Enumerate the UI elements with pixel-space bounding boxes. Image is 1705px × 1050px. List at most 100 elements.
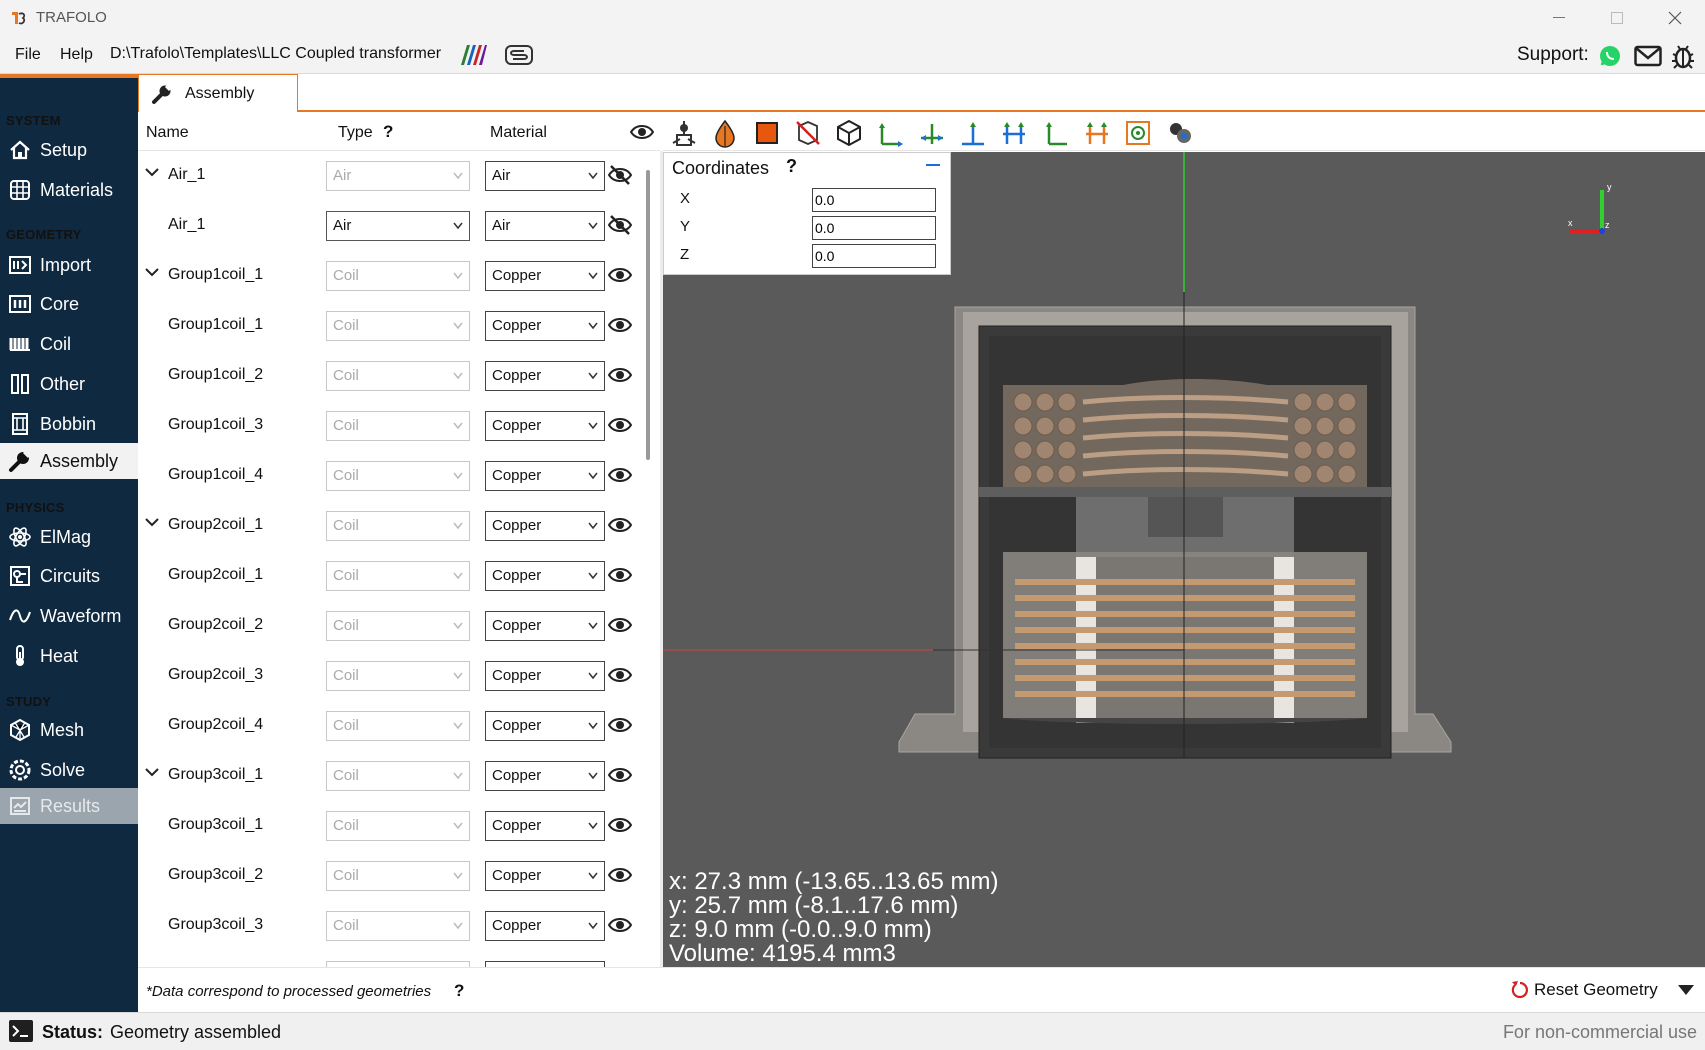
menu-file[interactable]: File bbox=[15, 46, 41, 64]
table-scrollbar[interactable] bbox=[646, 170, 650, 460]
sidebar-item-import[interactable]: Import bbox=[0, 247, 138, 283]
eye-icon[interactable] bbox=[608, 714, 632, 736]
expand-menu-icon[interactable] bbox=[1678, 985, 1694, 995]
table-row[interactable]: Group1coil_2 Coil Copper bbox=[138, 351, 648, 401]
eye-icon[interactable] bbox=[608, 864, 632, 886]
eye-icon[interactable] bbox=[608, 764, 632, 786]
chevron-down-icon[interactable] bbox=[145, 515, 159, 529]
table-row[interactable]: Group1coil_3 Coil Copper bbox=[138, 401, 648, 451]
terminal-icon[interactable] bbox=[8, 1019, 34, 1043]
chevron-down-icon[interactable] bbox=[145, 765, 159, 779]
chevron-down-icon[interactable] bbox=[145, 265, 159, 279]
solid-view-icon[interactable] bbox=[752, 118, 782, 148]
close-button[interactable] bbox=[1652, 4, 1698, 32]
material-select[interactable]: Copper bbox=[485, 561, 605, 591]
whatsapp-icon[interactable] bbox=[1598, 44, 1622, 68]
material-select[interactable]: Copper bbox=[485, 711, 605, 741]
wireframe-box-icon[interactable] bbox=[834, 118, 864, 148]
mail-icon[interactable] bbox=[1634, 45, 1662, 67]
eye-icon[interactable] bbox=[608, 614, 632, 636]
eye-icon[interactable] bbox=[608, 914, 632, 936]
table-row[interactable]: Group1coil_4 Coil Copper bbox=[138, 451, 648, 501]
eye-slash-icon[interactable] bbox=[608, 164, 632, 186]
minimize-button[interactable] bbox=[1536, 4, 1582, 32]
sidebar-item-heat[interactable]: Heat bbox=[0, 638, 138, 674]
maximize-button[interactable] bbox=[1594, 4, 1640, 32]
reset-geometry-button[interactable]: Reset Geometry bbox=[1510, 980, 1658, 1000]
eye-icon[interactable] bbox=[608, 414, 632, 436]
assemble-icon[interactable] bbox=[669, 118, 699, 148]
sidebar-item-coil[interactable]: Coil bbox=[0, 326, 138, 362]
eye-icon[interactable] bbox=[608, 464, 632, 486]
sidebar-item-solve[interactable]: Solve bbox=[0, 752, 138, 788]
sidebar-item-mesh[interactable]: Mesh bbox=[0, 712, 138, 748]
sidebar-item-core[interactable]: Core bbox=[0, 286, 138, 322]
sidebar-item-elmag[interactable]: ElMag bbox=[0, 519, 138, 555]
sidebar-item-results[interactable]: Results bbox=[0, 788, 138, 824]
sidebar-item-materials[interactable]: Materials bbox=[0, 172, 138, 208]
menu-help[interactable]: Help bbox=[60, 46, 93, 64]
clip-icon[interactable] bbox=[793, 118, 823, 148]
table-row[interactable]: Group2coil_2 Coil Copper bbox=[138, 601, 648, 651]
bug-report-icon[interactable] bbox=[1670, 42, 1696, 70]
type-select[interactable]: Air bbox=[326, 211, 470, 241]
group-row[interactable]: Group2coil_1 Coil Copper bbox=[138, 501, 648, 551]
view-minus-x-icon[interactable] bbox=[876, 118, 906, 148]
visibility-all-eye-icon[interactable] bbox=[630, 122, 654, 142]
coordinates-help-icon[interactable]: ? bbox=[786, 156, 797, 177]
material-select[interactable]: Copper bbox=[485, 261, 605, 291]
view-minus-y-icon[interactable] bbox=[958, 118, 988, 148]
eye-icon[interactable] bbox=[608, 664, 632, 686]
material-select[interactable]: Copper bbox=[485, 411, 605, 441]
table-row[interactable]: Group3coil_3 Coil Copper bbox=[138, 901, 648, 951]
sidebar-item-setup[interactable]: Setup bbox=[0, 132, 138, 168]
sidebar-item-assembly[interactable]: Assembly bbox=[0, 443, 138, 479]
script-icon[interactable] bbox=[504, 43, 534, 67]
eye-icon[interactable] bbox=[608, 814, 632, 836]
matlab-stripes-icon[interactable] bbox=[458, 43, 488, 67]
eye-icon[interactable] bbox=[608, 514, 632, 536]
group-row[interactable]: Air_1 Air Air bbox=[138, 151, 648, 201]
note-help-icon[interactable]: ? bbox=[454, 981, 464, 1001]
z-coordinate-input[interactable] bbox=[812, 244, 936, 268]
surface-icon[interactable] bbox=[710, 118, 740, 148]
material-select[interactable]: Air bbox=[485, 161, 605, 191]
eye-icon[interactable] bbox=[608, 564, 632, 586]
table-row[interactable]: Group2coil_3 Coil Copper bbox=[138, 651, 648, 701]
chevron-down-icon[interactable] bbox=[145, 165, 159, 179]
view-minus-z-icon[interactable] bbox=[1041, 118, 1071, 148]
table-row[interactable]: Group2coil_4 Coil Copper bbox=[138, 701, 648, 751]
table-row[interactable]: Group1coil_1 Coil Copper bbox=[138, 301, 648, 351]
eye-slash-icon[interactable] bbox=[608, 214, 632, 236]
sidebar-item-bobbin[interactable]: Bobbin bbox=[0, 406, 138, 442]
sidebar-item-circuits[interactable]: Circuits bbox=[0, 558, 138, 594]
eye-icon[interactable] bbox=[608, 314, 632, 336]
type-help-icon[interactable]: ? bbox=[383, 122, 393, 142]
material-select[interactable]: Copper bbox=[485, 811, 605, 841]
tab-assembly[interactable]: Assembly bbox=[138, 74, 298, 112]
render-settings-icon[interactable] bbox=[1165, 118, 1195, 148]
material-select[interactable]: Air bbox=[485, 211, 605, 241]
material-select[interactable]: Copper bbox=[485, 661, 605, 691]
eye-icon[interactable] bbox=[608, 264, 632, 286]
material-select[interactable]: Copper bbox=[485, 911, 605, 941]
material-select[interactable]: Copper bbox=[485, 511, 605, 541]
table-row[interactable]: Group3coil_2 Coil Copper bbox=[138, 851, 648, 901]
y-coordinate-input[interactable] bbox=[812, 216, 936, 240]
view-plus-y-icon[interactable] bbox=[999, 118, 1029, 148]
sidebar-item-other[interactable]: Other bbox=[0, 366, 138, 402]
material-select[interactable]: Copper bbox=[485, 611, 605, 641]
view-plus-z-icon[interactable] bbox=[1082, 118, 1112, 148]
material-select[interactable]: Copper bbox=[485, 761, 605, 791]
table-row[interactable]: Group2coil_1 Coil Copper bbox=[138, 551, 648, 601]
view-plus-x-icon[interactable] bbox=[917, 118, 947, 148]
table-row[interactable]: Group3coil_1 Coil Copper bbox=[138, 801, 648, 851]
table-row[interactable]: Air_1 Air Air bbox=[138, 201, 648, 251]
material-select[interactable]: Copper bbox=[485, 361, 605, 391]
material-select[interactable]: Copper bbox=[485, 311, 605, 341]
material-select[interactable]: Copper bbox=[485, 861, 605, 891]
group-row[interactable]: Group3coil_1 Coil Copper bbox=[138, 751, 648, 801]
fit-view-icon[interactable] bbox=[1123, 118, 1153, 148]
material-select[interactable]: Copper bbox=[485, 461, 605, 491]
collapse-panel-icon[interactable] bbox=[926, 164, 940, 168]
